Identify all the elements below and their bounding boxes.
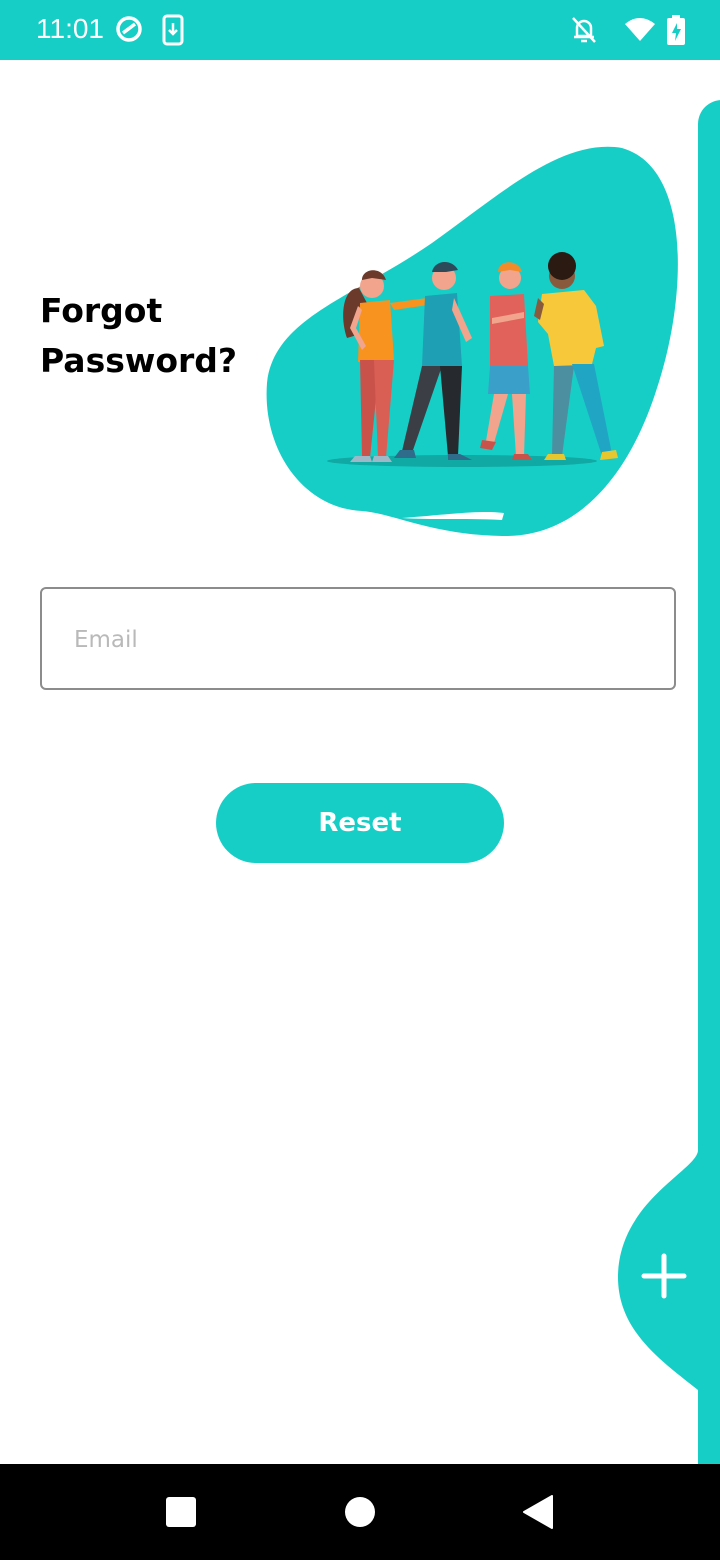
email-input[interactable] bbox=[72, 589, 656, 690]
page-title: Forgot Password? bbox=[40, 286, 237, 386]
notifications-off-icon bbox=[570, 14, 598, 50]
square-icon bbox=[166, 1497, 196, 1527]
home-button[interactable] bbox=[345, 1497, 375, 1527]
title-line-2: Password? bbox=[40, 341, 238, 380]
battery-charging-icon bbox=[666, 15, 686, 49]
download-icon bbox=[162, 14, 184, 50]
title-line-1: Forgot bbox=[40, 291, 163, 330]
back-triangle-icon bbox=[523, 1495, 553, 1529]
add-button[interactable] bbox=[630, 1240, 700, 1312]
illustration-blob bbox=[266, 146, 678, 537]
wifi-icon bbox=[624, 16, 656, 46]
reset-button[interactable]: Reset bbox=[216, 783, 504, 863]
recent-apps-button[interactable] bbox=[166, 1497, 196, 1527]
status-bar: 11:01 bbox=[0, 0, 720, 60]
do-not-disturb-icon bbox=[114, 14, 144, 48]
side-accent-panel bbox=[698, 100, 720, 1480]
plus-icon bbox=[641, 1253, 687, 1299]
email-field[interactable] bbox=[40, 587, 676, 690]
people-illustration bbox=[266, 146, 678, 537]
circle-icon bbox=[345, 1497, 375, 1527]
status-time: 11:01 bbox=[36, 13, 104, 44]
navigation-bar bbox=[0, 1464, 720, 1560]
back-button[interactable] bbox=[522, 1495, 554, 1529]
